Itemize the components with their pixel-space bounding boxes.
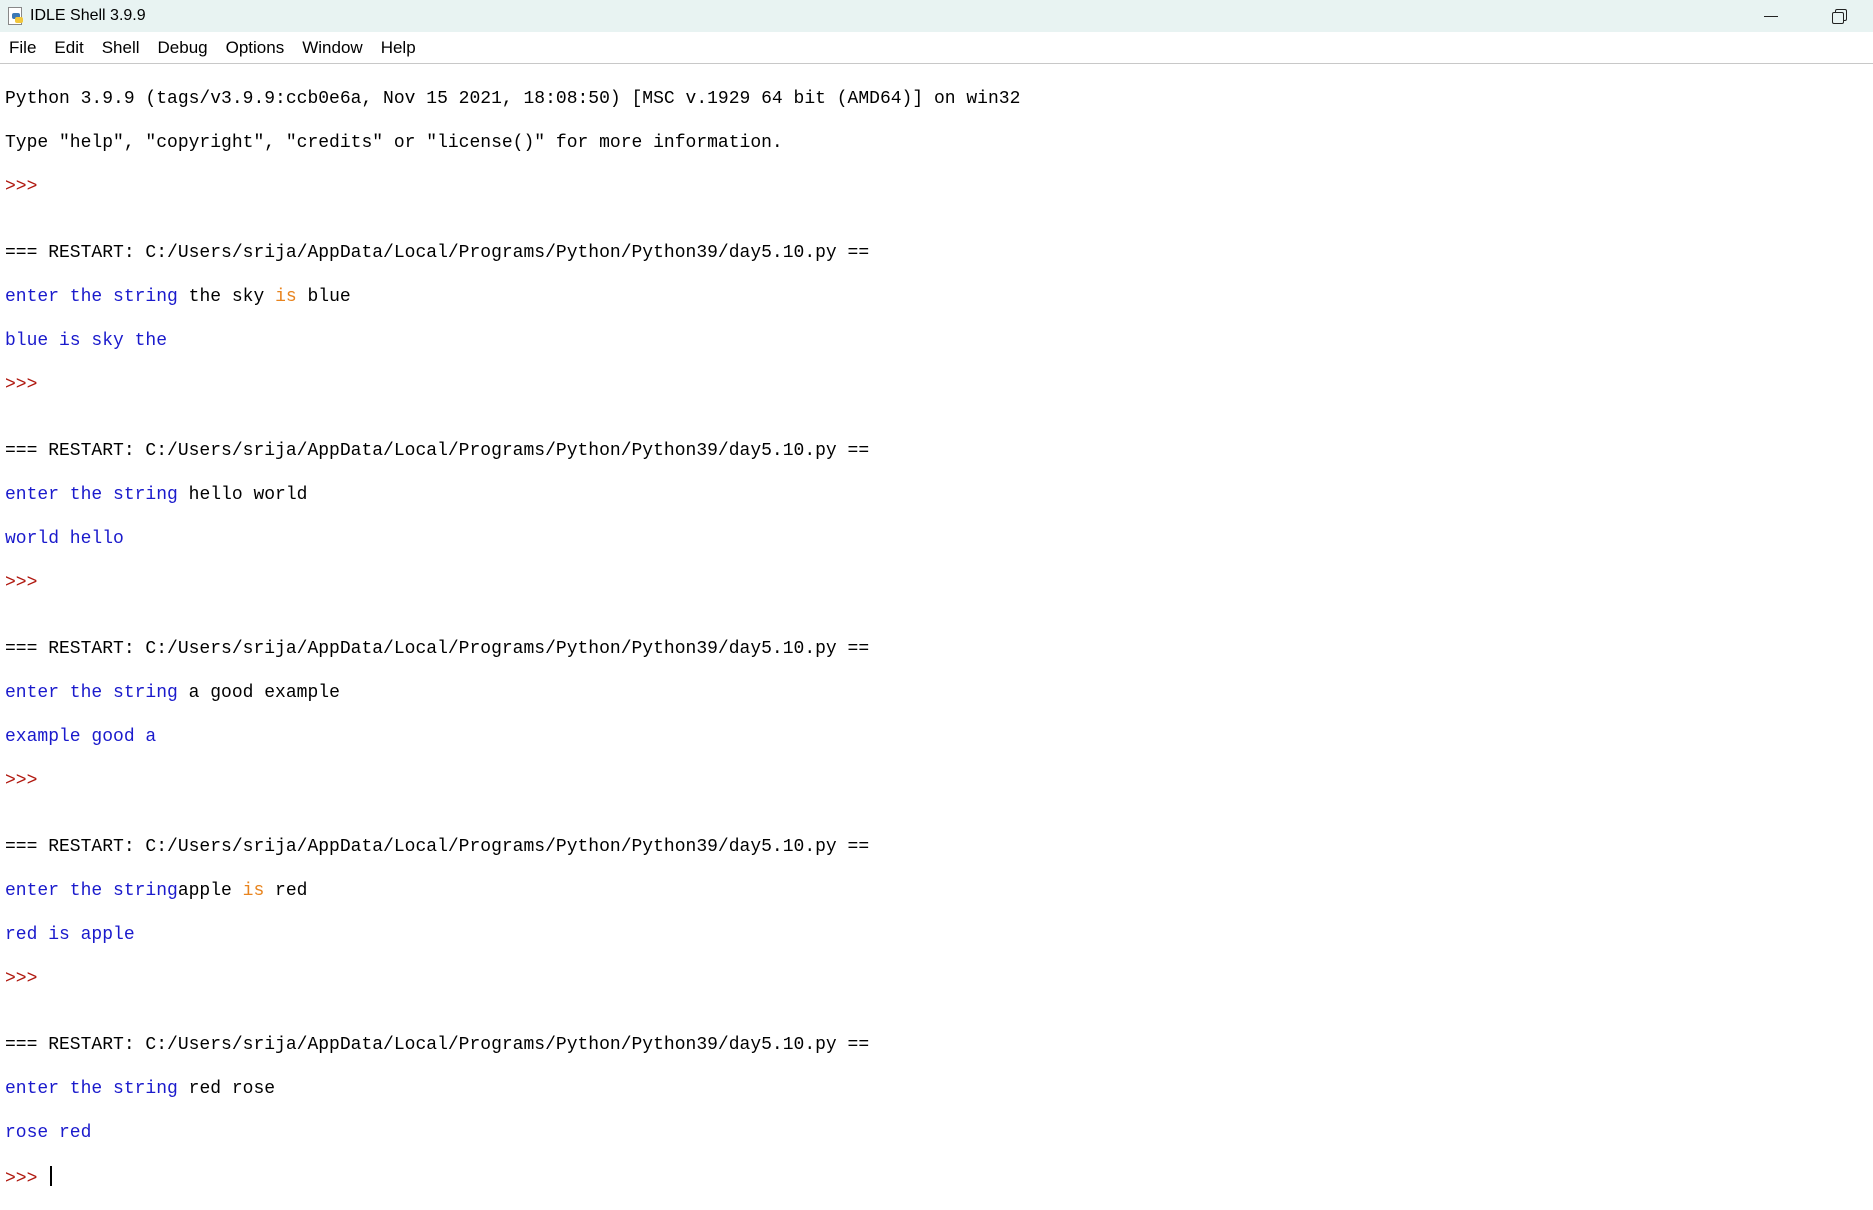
input-prompt-text: enter the string	[5, 683, 189, 703]
menu-file[interactable]: File	[0, 32, 45, 63]
user-input: a good example	[188, 683, 340, 703]
menu-debug[interactable]: Debug	[149, 32, 217, 63]
text-cursor	[50, 1166, 53, 1186]
output-line: red is apple	[5, 925, 135, 945]
shell-prompt: >>>	[5, 969, 38, 989]
user-input: red rose	[188, 1079, 276, 1099]
minimize-icon	[1764, 15, 1778, 17]
shell-text-area[interactable]: Python 3.9.9 (tags/v3.9.9:ccb0e6a, Nov 1…	[5, 66, 1873, 1189]
shell-prompt: >>>	[5, 771, 38, 791]
input-prompt-text: enter the string	[5, 287, 189, 307]
user-input: apple	[177, 881, 243, 901]
restore-icon	[1832, 9, 1847, 24]
python-idle-icon	[6, 7, 24, 25]
user-input: blue	[296, 287, 351, 307]
menu-shell[interactable]: Shell	[93, 32, 149, 63]
input-line: enter the string the sky is blue	[5, 286, 1873, 308]
output-line: example good a	[5, 727, 157, 747]
shell-prompt: >>>	[5, 1169, 49, 1189]
user-input: hello world	[188, 485, 308, 505]
user-input-keyword: is	[242, 881, 265, 901]
input-prompt-text: enter the string	[5, 881, 178, 901]
shell-prompt: >>>	[5, 177, 38, 197]
banner-line: Python 3.9.9 (tags/v3.9.9:ccb0e6a, Nov 1…	[5, 89, 1021, 109]
output-line: world hello	[5, 529, 124, 549]
input-line: enter the stringapple is red	[5, 880, 1873, 902]
menu-window[interactable]: Window	[293, 32, 371, 63]
restore-button[interactable]	[1805, 0, 1873, 32]
shell-prompt: >>>	[5, 573, 38, 593]
user-input: red	[264, 881, 308, 901]
menu-bar: File Edit Shell Debug Options Window Hel…	[0, 32, 1873, 64]
shell-prompt: >>>	[5, 375, 38, 395]
restart-line: === RESTART: C:/Users/srija/AppData/Loca…	[5, 441, 870, 461]
menu-options[interactable]: Options	[217, 32, 294, 63]
active-prompt-line[interactable]: >>>	[5, 1166, 1873, 1189]
output-line: rose red	[5, 1123, 92, 1143]
output-line: blue is sky the	[5, 331, 168, 351]
input-line: enter the string red rose	[5, 1078, 1873, 1100]
user-input: the sky	[188, 287, 276, 307]
title-bar[interactable]: IDLE Shell 3.9.9	[0, 0, 1873, 32]
menu-edit[interactable]: Edit	[45, 32, 92, 63]
restart-line: === RESTART: C:/Users/srija/AppData/Loca…	[5, 837, 870, 857]
user-input-keyword: is	[275, 287, 297, 307]
restart-line: === RESTART: C:/Users/srija/AppData/Loca…	[5, 1035, 870, 1055]
input-prompt-text: enter the string	[5, 485, 189, 505]
input-prompt-text: enter the string	[5, 1079, 189, 1099]
restart-line: === RESTART: C:/Users/srija/AppData/Loca…	[5, 639, 870, 659]
menu-help[interactable]: Help	[372, 32, 425, 63]
input-line: enter the string a good example	[5, 682, 1873, 704]
restart-line: === RESTART: C:/Users/srija/AppData/Loca…	[5, 243, 870, 263]
input-line: enter the string hello world	[5, 484, 1873, 506]
window-title: IDLE Shell 3.9.9	[30, 7, 146, 24]
banner-line: Type "help", "copyright", "credits" or "…	[5, 133, 783, 153]
minimize-button[interactable]	[1737, 0, 1805, 32]
